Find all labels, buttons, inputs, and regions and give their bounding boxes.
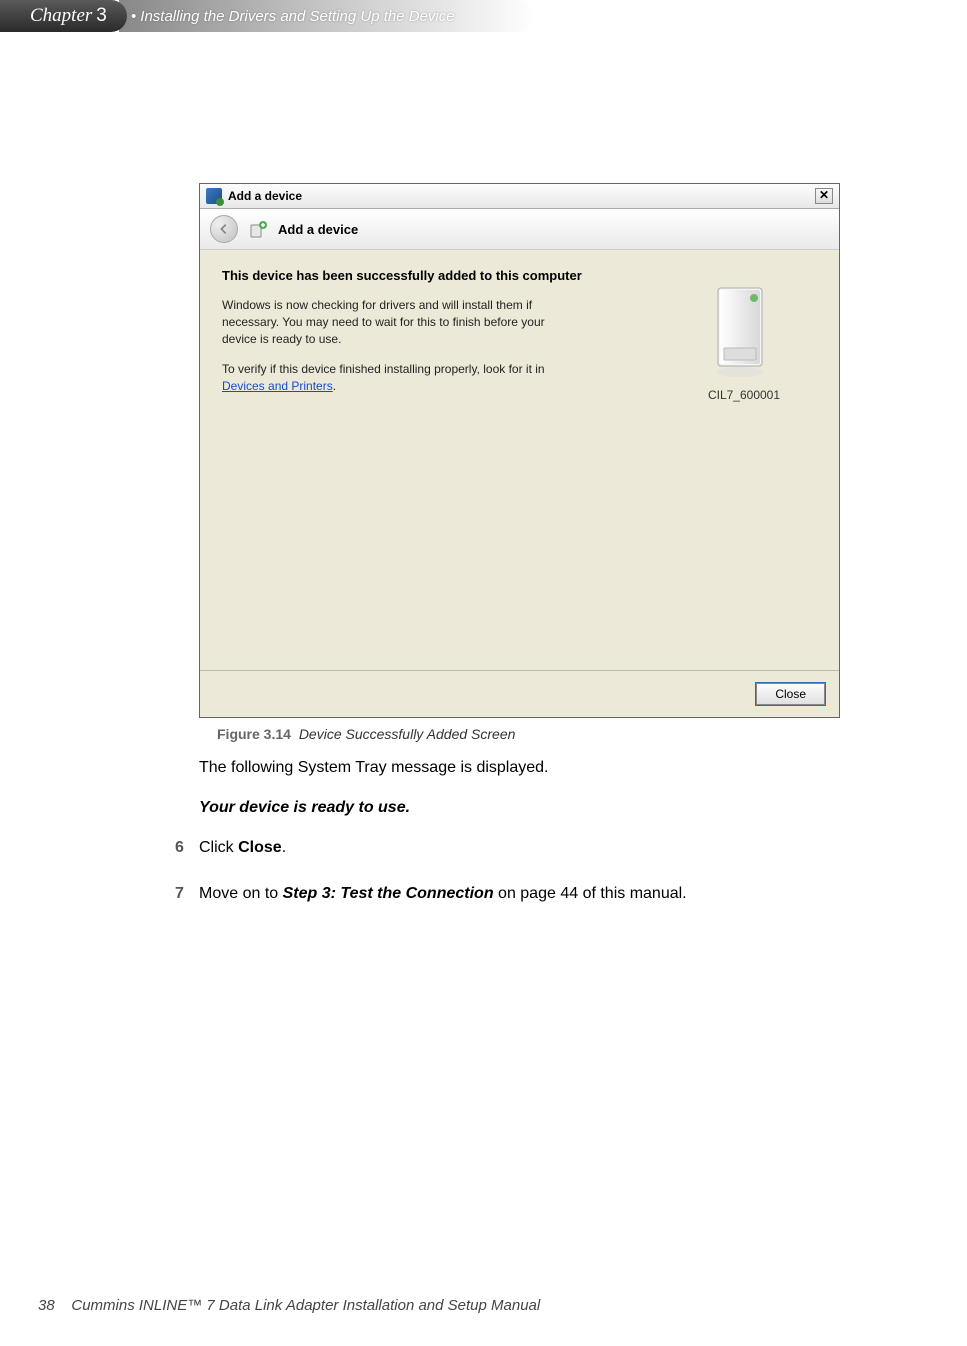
step-list: 6 Click Close. 7 Move on to Step 3: Test… <box>199 836 839 906</box>
chapter-header: Chapter 3 • Installing the Drivers and S… <box>0 0 535 32</box>
step-number: 6 <box>175 836 199 860</box>
step-text: Click Close. <box>199 836 839 860</box>
para2-suffix: . <box>333 379 336 393</box>
chapter-word: Chapter <box>30 5 92 27</box>
close-button[interactable]: Close <box>756 683 825 705</box>
titlebar-title: Add a device <box>228 189 302 203</box>
nav-title: Add a device <box>278 222 358 237</box>
body-paragraph-2: To verify if this device finished instal… <box>222 361 582 395</box>
step-7: 7 Move on to Step 3: Test the Connection… <box>175 882 839 906</box>
figure-text: Device Successfully Added Screen <box>299 726 516 742</box>
para2-prefix: To verify if this device finished instal… <box>222 362 545 376</box>
chapter-title: • Installing the Drivers and Setting Up … <box>131 8 455 25</box>
figure-label: Figure 3.14 <box>217 726 291 742</box>
system-tray-paragraph: The following System Tray message is dis… <box>199 756 839 780</box>
body-content: The following System Tray message is dis… <box>199 756 839 928</box>
chapter-title-bar: • Installing the Drivers and Setting Up … <box>119 0 535 32</box>
window-close-button[interactable]: ✕ <box>815 188 833 204</box>
page-number: 38 <box>38 1297 55 1314</box>
chapter-tab: Chapter 3 <box>0 0 127 32</box>
window-titlebar: Add a device ✕ <box>200 184 839 209</box>
manual-title: Cummins INLINE™ 7 Data Link Adapter Inst… <box>71 1297 540 1314</box>
back-button[interactable] <box>210 215 238 243</box>
ready-message: Your device is ready to use. <box>199 796 839 820</box>
device-name-label: CIL7_600001 <box>679 388 809 402</box>
body-paragraph-1: Windows is now checking for drivers and … <box>222 297 582 347</box>
screenshot-container: Add a device ✕ Add a device This device … <box>199 183 840 742</box>
back-arrow-icon <box>217 222 231 236</box>
titlebar-left: Add a device <box>206 188 302 204</box>
chapter-number: 3 <box>96 5 107 27</box>
step-6: 6 Click Close. <box>175 836 839 860</box>
add-device-icon <box>248 219 268 239</box>
nav-bar: Add a device <box>200 209 839 250</box>
dialog-footer: Close <box>200 670 839 717</box>
bluetooth-icon <box>206 188 222 204</box>
dialog-body: This device has been successfully added … <box>200 250 839 670</box>
dialog-window: Add a device ✕ Add a device This device … <box>199 183 840 718</box>
figure-caption: Figure 3.14 Device Successfully Added Sc… <box>199 726 840 742</box>
step-text: Move on to Step 3: Test the Connection o… <box>199 882 839 906</box>
step-number: 7 <box>175 882 199 906</box>
page-footer: 38 Cummins INLINE™ 7 Data Link Adapter I… <box>38 1297 540 1314</box>
device-visual: CIL7_600001 <box>679 280 809 402</box>
device-icon <box>708 280 780 380</box>
devices-and-printers-link[interactable]: Devices and Printers <box>222 379 333 393</box>
